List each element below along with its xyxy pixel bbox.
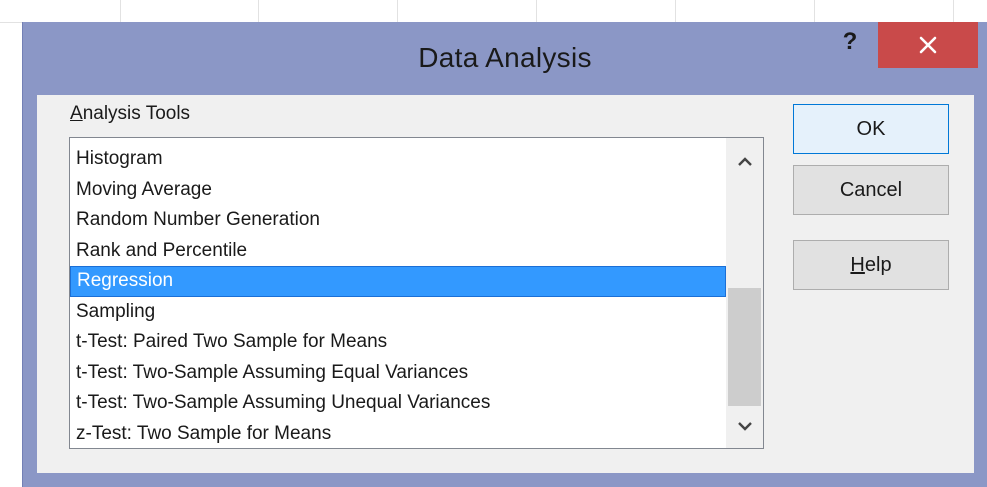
sheet-column-line	[120, 0, 121, 22]
list-item[interactable]: Sampling	[70, 297, 726, 328]
list-item[interactable]: t-Test: Two-Sample Assuming Unequal Vari…	[70, 388, 726, 419]
close-icon	[919, 36, 937, 54]
help-button[interactable]: Help	[793, 240, 949, 290]
list-item[interactable]: Rank and Percentile	[70, 236, 726, 267]
access-key: A	[70, 103, 83, 124]
sheet-column-line	[814, 0, 815, 22]
analysis-tools-label: Analysis Tools	[70, 103, 190, 125]
list-item[interactable]: Histogram	[70, 144, 726, 175]
cancel-button[interactable]: Cancel	[793, 165, 949, 215]
data-analysis-dialog: Data Analysis ? Analysis Tools Histogram…	[22, 22, 987, 487]
scroll-up-button[interactable]	[726, 144, 763, 180]
sheet-column-line	[953, 0, 954, 22]
analysis-tools-listbox[interactable]: Histogram Moving Average Random Number Gen…	[69, 137, 764, 449]
dialog-titlebar[interactable]: Data Analysis ?	[23, 22, 987, 95]
close-button[interactable]	[878, 22, 978, 68]
vertical-scrollbar[interactable]	[726, 138, 763, 448]
dialog-body: Analysis Tools Histogram Moving Average Ra…	[37, 95, 974, 473]
help-icon[interactable]: ?	[838, 28, 862, 58]
sheet-column-line	[397, 0, 398, 22]
chevron-down-icon	[737, 422, 752, 431]
sheet-column-line	[258, 0, 259, 22]
chevron-up-icon	[737, 157, 752, 166]
list-item[interactable]: Random Number Generation	[70, 205, 726, 236]
list-item[interactable]: Moving Average	[70, 175, 726, 206]
sheet-column-line	[675, 0, 676, 22]
scroll-down-button[interactable]	[726, 408, 763, 444]
scrollbar-thumb[interactable]	[728, 288, 761, 406]
list-item[interactable]: t-Test: Paired Two Sample for Means	[70, 327, 726, 358]
access-key: H	[850, 253, 865, 276]
list-item[interactable]: z-Test: Two Sample for Means	[70, 419, 726, 450]
list-item[interactable]: t-Test: Two-Sample Assuming Equal Varian…	[70, 358, 726, 389]
list-item[interactable]: Regression	[70, 266, 726, 297]
sheet-column-line	[536, 0, 537, 22]
analysis-tools-label-text: nalysis Tools	[82, 103, 191, 124]
help-button-label: elp	[864, 253, 892, 276]
analysis-tools-items: Histogram Moving Average Random Number Gen…	[70, 144, 726, 449]
ok-button[interactable]: OK	[793, 104, 949, 154]
